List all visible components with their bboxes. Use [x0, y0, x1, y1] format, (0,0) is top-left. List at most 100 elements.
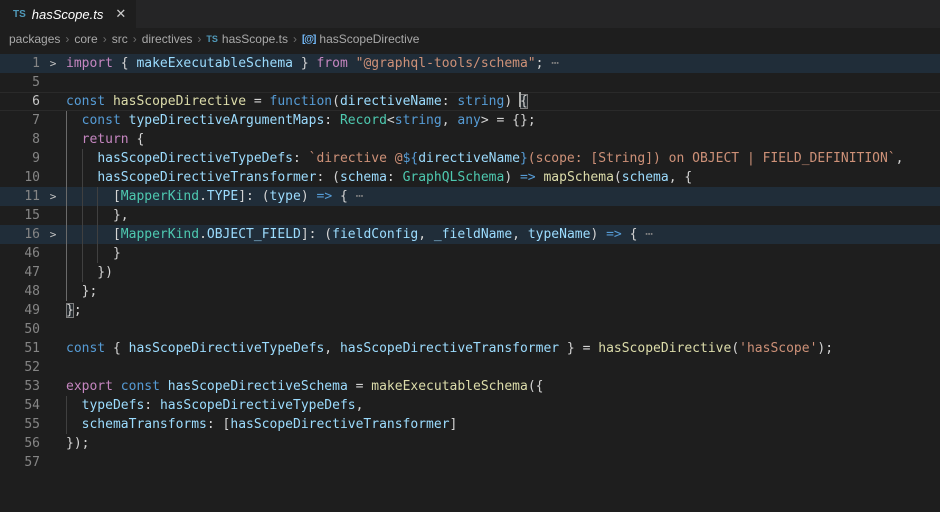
breadcrumb-label: packages: [9, 32, 60, 46]
code-editor[interactable]: 1>import { makeExecutableSchema } from "…: [0, 50, 940, 512]
code-text[interactable]: const { hasScopeDirectiveTypeDefs, hasSc…: [66, 339, 940, 358]
code-text[interactable]: }: [66, 244, 940, 263]
line-number: 10: [0, 168, 40, 187]
code-line-48[interactable]: 48 };: [0, 282, 940, 301]
code-text[interactable]: };: [66, 282, 940, 301]
code-line-1[interactable]: 1>import { makeExecutableSchema } from "…: [0, 54, 940, 73]
code-line-54[interactable]: 54 typeDefs: hasScopeDirectiveTypeDefs,: [0, 396, 940, 415]
folded-code-ellipsis: ⋯: [637, 227, 653, 242]
tab-hasscope-ts[interactable]: TS hasScope.ts ✕: [0, 0, 136, 28]
code-line-57[interactable]: 57: [0, 453, 940, 472]
breadcrumb-item-directives[interactable]: directives: [142, 32, 193, 46]
breadcrumb-item-core[interactable]: core: [74, 32, 97, 46]
typescript-file-icon: TS: [206, 34, 218, 44]
code-text[interactable]: [MapperKind.TYPE]: (type) => { ⋯: [66, 187, 940, 206]
gutter-spacer: [40, 339, 66, 358]
breadcrumb-item-src[interactable]: src: [112, 32, 128, 46]
gutter-spacer: [40, 320, 66, 339]
code-text[interactable]: export const hasScopeDirectiveSchema = m…: [66, 377, 940, 396]
close-tab-icon[interactable]: ✕: [115, 7, 126, 22]
code-text[interactable]: [66, 358, 940, 377]
code-line-11[interactable]: 11> [MapperKind.TYPE]: (type) => { ⋯: [0, 187, 940, 206]
gutter-spacer: [40, 244, 66, 263]
code-text[interactable]: [66, 320, 940, 339]
code-text[interactable]: [MapperKind.OBJECT_FIELD]: (fieldConfig,…: [66, 225, 940, 244]
code-line-10[interactable]: 10 hasScopeDirectiveTransformer: (schema…: [0, 168, 940, 187]
breadcrumb-label: hasScope.ts: [222, 32, 288, 46]
code-text[interactable]: hasScopeDirectiveTypeDefs: `directive @$…: [66, 149, 940, 168]
code-line-9[interactable]: 9 hasScopeDirectiveTypeDefs: `directive …: [0, 149, 940, 168]
line-number: 16: [0, 225, 40, 244]
code-text[interactable]: return {: [66, 130, 940, 149]
code-text[interactable]: const hasScopeDirective = function(direc…: [66, 92, 940, 111]
line-number: 49: [0, 301, 40, 320]
breadcrumb-item-hasscope-file[interactable]: TS hasScope.ts: [206, 32, 288, 46]
tab-label: hasScope.ts: [32, 7, 104, 22]
code-text[interactable]: }): [66, 263, 940, 282]
code-text[interactable]: [66, 453, 940, 472]
breadcrumb-item-packages[interactable]: packages: [9, 32, 60, 46]
gutter-spacer: [40, 415, 66, 434]
breadcrumb-separator-icon: ›: [65, 32, 69, 46]
gutter-spacer: [40, 358, 66, 377]
code-text[interactable]: },: [66, 206, 940, 225]
folded-code-ellipsis: ⋯: [348, 189, 364, 204]
code-text[interactable]: [66, 73, 940, 92]
gutter-spacer: [40, 434, 66, 453]
code-line-50[interactable]: 50: [0, 320, 940, 339]
gutter-spacer: [40, 301, 66, 320]
code-line-55[interactable]: 55 schemaTransforms: [hasScopeDirectiveT…: [0, 415, 940, 434]
code-text[interactable]: typeDefs: hasScopeDirectiveTypeDefs,: [66, 396, 940, 415]
code-line-15[interactable]: 15 },: [0, 206, 940, 225]
gutter-spacer: [40, 377, 66, 396]
gutter-spacer: [40, 396, 66, 415]
breadcrumb: packages › core › src › directives › TS hasScope.…: [0, 28, 940, 50]
breadcrumb-label: src: [112, 32, 128, 46]
code-line-16[interactable]: 16> [MapperKind.OBJECT_FIELD]: (fieldCon…: [0, 225, 940, 244]
code-line-46[interactable]: 46 }: [0, 244, 940, 263]
code-line-6[interactable]: 6 const hasScopeDirective = function(dire…: [0, 92, 940, 111]
line-number: 47: [0, 263, 40, 282]
code-text[interactable]: schemaTransforms: [hasScopeDirectiveTran…: [66, 415, 940, 434]
line-number: 6: [0, 92, 40, 111]
breadcrumb-separator-icon: ›: [293, 32, 297, 46]
code-line-51[interactable]: 51const { hasScopeDirectiveTypeDefs, has…: [0, 339, 940, 358]
breadcrumb-label: hasScopeDirective: [319, 32, 419, 46]
tab-bar: TS hasScope.ts ✕: [0, 0, 940, 28]
gutter-spacer: [40, 111, 66, 130]
matched-bracket: {: [520, 94, 528, 109]
code-line-7[interactable]: 7 const typeDirectiveArgumentMaps: Recor…: [0, 111, 940, 130]
line-number: 57: [0, 453, 40, 472]
code-line-52[interactable]: 52: [0, 358, 940, 377]
code-text[interactable]: hasScopeDirectiveTransformer: (schema: G…: [66, 168, 940, 187]
matched-bracket: }: [66, 303, 74, 318]
code-text[interactable]: import { makeExecutableSchema } from "@g…: [66, 54, 940, 73]
fold-chevron-icon[interactable]: >: [40, 225, 66, 244]
typescript-file-icon: TS: [13, 9, 26, 20]
code-line-49[interactable]: 49};: [0, 301, 940, 320]
line-number: 50: [0, 320, 40, 339]
fold-chevron-icon[interactable]: >: [40, 187, 66, 206]
code-line-8[interactable]: 8 return {: [0, 130, 940, 149]
gutter-spacer: [40, 453, 66, 472]
code-line-53[interactable]: 53export const hasScopeDirectiveSchema =…: [0, 377, 940, 396]
breadcrumb-separator-icon: ›: [133, 32, 137, 46]
line-number: 46: [0, 244, 40, 263]
code-text[interactable]: const typeDirectiveArgumentMaps: Record<…: [66, 111, 940, 130]
code-text[interactable]: });: [66, 434, 940, 453]
code-text[interactable]: };: [66, 301, 940, 320]
fold-chevron-icon[interactable]: >: [40, 54, 66, 73]
gutter-spacer: [40, 130, 66, 149]
gutter-spacer: [40, 92, 66, 111]
breadcrumb-separator-icon: ›: [103, 32, 107, 46]
code-line-56[interactable]: 56});: [0, 434, 940, 453]
indent-guide: [82, 149, 83, 282]
text-cursor: [519, 92, 521, 107]
breadcrumb-label: core: [74, 32, 97, 46]
gutter-spacer: [40, 168, 66, 187]
code-line-5[interactable]: 5: [0, 73, 940, 92]
gutter-spacer: [40, 73, 66, 92]
breadcrumb-item-hasscopedirective-symbol[interactable]: [@]hasScopeDirective: [302, 32, 419, 46]
code-line-47[interactable]: 47 }): [0, 263, 940, 282]
indent-guide: [66, 396, 67, 434]
